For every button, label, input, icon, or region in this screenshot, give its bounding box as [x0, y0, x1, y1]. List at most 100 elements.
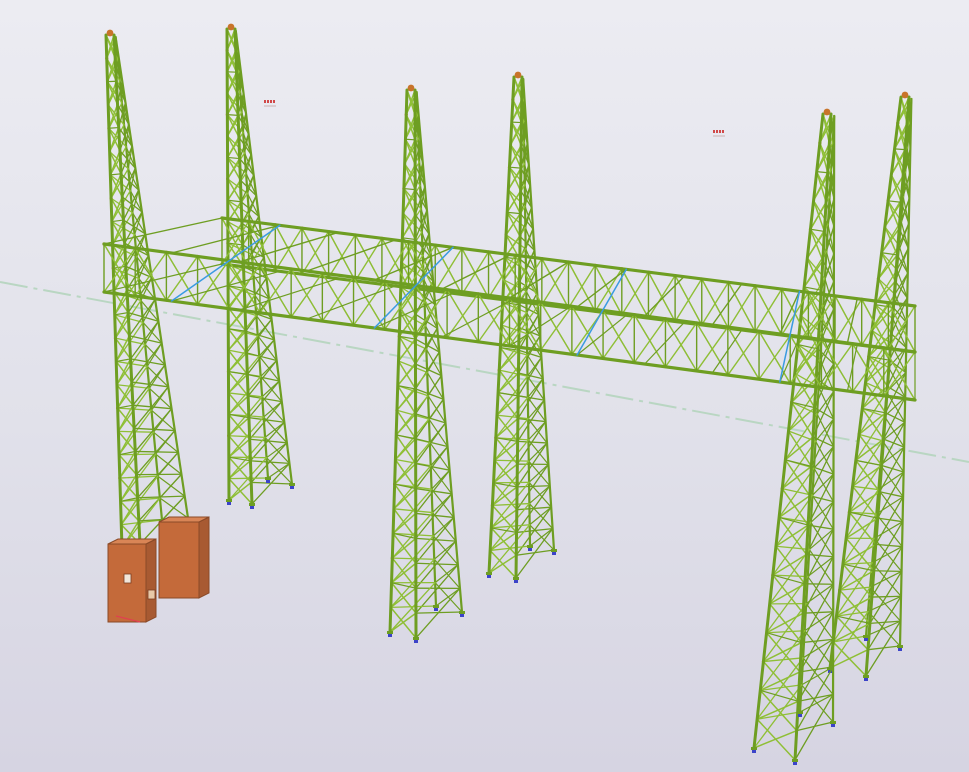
tower-brace	[227, 395, 249, 416]
tower-brace	[132, 364, 166, 406]
tower-apex-cap	[901, 91, 909, 99]
beam-lacing	[674, 278, 703, 323]
marker-tick	[267, 100, 269, 103]
lattice-tower-3	[387, 84, 465, 643]
tower-brace	[265, 442, 288, 459]
base-stub	[433, 605, 439, 608]
3d-model-viewport[interactable]	[0, 0, 969, 772]
base-plate	[752, 750, 756, 753]
beam-lacing	[701, 281, 730, 326]
beam-tie	[373, 292, 454, 329]
lattice-tower-6	[827, 91, 913, 681]
tower-brace	[119, 450, 137, 479]
beam-lacing	[539, 305, 573, 351]
tower-brace	[393, 462, 417, 485]
block-side-face	[145, 538, 157, 623]
tower-horizontal	[816, 171, 829, 174]
tower-brace	[227, 352, 248, 373]
view-marker-2	[713, 130, 725, 137]
tower-brace	[500, 303, 521, 326]
tower-brace	[228, 460, 252, 480]
marker-tick	[722, 130, 724, 133]
base-plate	[864, 678, 868, 681]
base-stub	[551, 549, 557, 552]
foundation-block-front	[107, 538, 157, 623]
base-plate	[487, 575, 491, 578]
beam-tie	[643, 275, 685, 317]
tower-horizontal	[403, 187, 416, 191]
tower-brace	[775, 524, 809, 548]
beam-lacing	[621, 271, 650, 316]
tower-brace	[396, 363, 417, 387]
base-plate	[898, 648, 902, 651]
base-plate	[388, 634, 392, 637]
base-stub	[459, 611, 465, 614]
tower-brace	[807, 556, 834, 578]
tower-brace	[515, 527, 554, 579]
tower-brace	[515, 506, 552, 556]
steel-truss-model[interactable]	[0, 0, 969, 772]
tower-brace	[389, 612, 417, 633]
view-marker-1	[264, 100, 276, 107]
tower-horizontal	[887, 200, 902, 203]
base-stub	[797, 711, 803, 714]
base-plate	[250, 506, 254, 509]
base-plate	[831, 724, 835, 727]
tower-apex-cap	[227, 23, 235, 31]
tower-horizontal	[112, 265, 127, 269]
block-top-face	[158, 516, 210, 523]
base-stub	[527, 545, 533, 548]
beam-lacing	[567, 264, 596, 309]
anchor-label-plate	[123, 573, 132, 584]
tower-horizontal	[497, 392, 519, 397]
tower-brace	[228, 438, 251, 458]
beam-lacing	[541, 261, 570, 306]
tower-brace	[434, 564, 459, 584]
tower-brace	[848, 491, 881, 514]
base-stub	[289, 483, 295, 486]
block-side-face	[198, 516, 210, 599]
tower-brace	[435, 587, 461, 607]
beam-lacing	[196, 259, 230, 306]
tower-brace	[119, 473, 138, 503]
base-stub	[830, 721, 836, 724]
base-stub	[387, 631, 393, 634]
base-plate	[414, 640, 418, 643]
tower-brace	[228, 481, 252, 501]
base-plate	[227, 502, 231, 505]
base-stub	[413, 637, 419, 640]
marker-tick	[713, 130, 715, 133]
beam-lacing	[727, 330, 760, 376]
lattice-towers	[104, 23, 913, 765]
tower-brace	[396, 388, 417, 412]
base-stub	[792, 759, 798, 762]
tower-brace	[498, 349, 520, 371]
foundation-blocks	[107, 516, 210, 623]
beam-tie	[238, 231, 339, 263]
tower-horizontal	[114, 312, 129, 316]
beam-lacing	[321, 276, 355, 322]
base-stub	[863, 675, 869, 678]
tower-leg-front	[413, 88, 418, 640]
tower-brace	[809, 228, 824, 262]
base-plate	[460, 614, 464, 617]
base-plate	[864, 638, 868, 641]
beam-tie	[711, 329, 743, 374]
base-plate	[528, 548, 532, 551]
lattice-tower-1	[104, 29, 191, 553]
tower-brace	[772, 553, 808, 576]
beam-lacing	[633, 318, 667, 364]
tower-leg-front	[864, 95, 911, 678]
base-plate	[793, 762, 797, 765]
beam-lacing	[354, 237, 383, 282]
base-stub	[226, 499, 232, 502]
tower-brace	[264, 421, 285, 438]
tower-brace	[768, 583, 806, 605]
tower-brace	[855, 438, 885, 462]
beam-lacing	[664, 322, 698, 368]
tower-brace	[393, 487, 417, 510]
tower-brace	[433, 540, 457, 560]
base-plate	[552, 552, 556, 555]
beam-lacing	[134, 251, 168, 297]
beam-lacing	[727, 284, 756, 330]
